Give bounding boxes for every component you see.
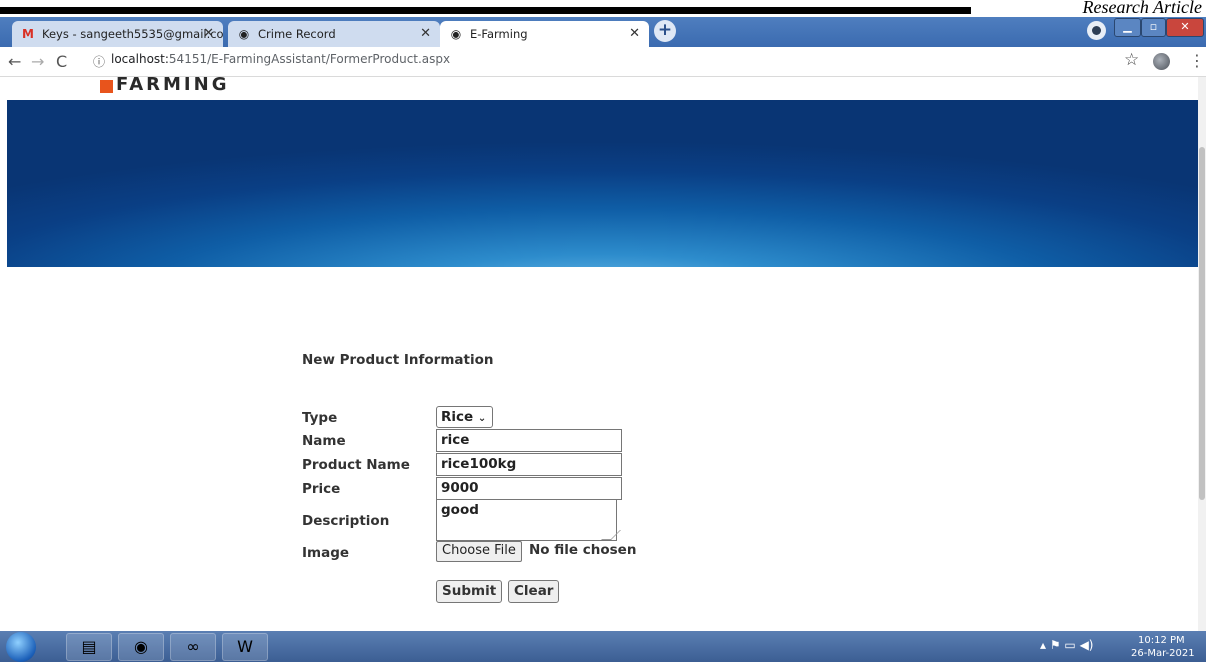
back-icon[interactable]: ← [8, 52, 21, 71]
globe-icon: ◉ [238, 27, 250, 41]
paper-header-label: Research Article [1082, 0, 1202, 17]
tab-gmail[interactable]: M Keys - sangeeth5535@gmail.com ✕ [12, 21, 223, 47]
account-avatar[interactable] [1153, 53, 1170, 70]
tab-e-farming[interactable]: ◉ E-Farming ✕ [440, 21, 649, 47]
close-window-button[interactable]: ✕ [1166, 18, 1204, 37]
choose-file-button[interactable]: Choose File [436, 541, 522, 562]
reload-icon[interactable]: C [56, 52, 67, 71]
close-icon[interactable]: ✕ [629, 26, 640, 41]
info-icon[interactable]: ⓘ [93, 53, 105, 70]
word-icon[interactable]: W [222, 633, 268, 661]
price-label: Price [302, 481, 341, 497]
clear-button[interactable]: Clear [508, 580, 560, 603]
paper-header-rule [0, 7, 971, 14]
start-button[interactable] [6, 632, 36, 662]
kebab-menu-icon[interactable]: ⋮ [1189, 51, 1205, 70]
tab-label: E-Farming [470, 27, 528, 41]
hero-banner [7, 100, 1198, 267]
product-name-label: Product Name [302, 457, 410, 473]
scrollbar-thumb[interactable] [1199, 147, 1205, 500]
maximize-button[interactable]: ▫ [1141, 18, 1166, 37]
minimize-button[interactable]: ▁ [1114, 18, 1141, 37]
chevron-down-icon: ⌄ [477, 413, 487, 424]
explorer-icon[interactable]: ▤ [66, 633, 112, 661]
type-select[interactable]: Rice ⌄ [436, 406, 493, 428]
logo-mark-icon [100, 80, 113, 93]
clock-time[interactable]: 10:12 PM [1138, 635, 1185, 646]
gmail-icon: M [22, 27, 34, 41]
form-heading: New Product Information [302, 352, 494, 368]
forward-icon[interactable]: → [31, 52, 44, 71]
visual-studio-icon[interactable]: ∞ [170, 633, 216, 661]
tab-label: Crime Record [258, 27, 336, 41]
star-icon[interactable]: ☆ [1124, 50, 1139, 70]
product-name-field[interactable]: rice100kg [436, 453, 622, 476]
name-label: Name [302, 433, 346, 449]
type-label: Type [302, 410, 338, 426]
url-field[interactable]: localhost:54151/E-FarmingAssistant/Forme… [111, 52, 450, 66]
tab-crime-record[interactable]: ◉ Crime Record ✕ [228, 21, 440, 47]
price-field[interactable]: 9000 [436, 477, 622, 500]
close-icon[interactable]: ✕ [420, 26, 431, 41]
profile-icon[interactable] [1087, 21, 1106, 40]
tray-icons[interactable]: ▴ ⚑ ▭ ◀) [1040, 638, 1093, 652]
new-tab-button[interactable]: + [654, 20, 676, 42]
site-logo-text[interactable]: FARMING [116, 74, 229, 95]
tab-label: Keys - sangeeth5535@gmail.com [42, 27, 223, 41]
clock-date[interactable]: 26-Mar-2021 [1131, 648, 1195, 659]
submit-button[interactable]: Submit [436, 580, 503, 603]
description-textarea[interactable]: good [436, 499, 617, 541]
browser-tab-strip: M Keys - sangeeth5535@gmail.com ✕ ◉ Crim… [0, 17, 1206, 47]
globe-icon: ◉ [450, 27, 462, 41]
file-status-text: No file chosen [529, 542, 637, 558]
description-label: Description [302, 513, 390, 529]
close-icon[interactable]: ✕ [203, 26, 214, 41]
name-field[interactable]: rice [436, 429, 622, 452]
image-label: Image [302, 545, 350, 561]
chrome-icon[interactable]: ◉ [118, 633, 164, 661]
